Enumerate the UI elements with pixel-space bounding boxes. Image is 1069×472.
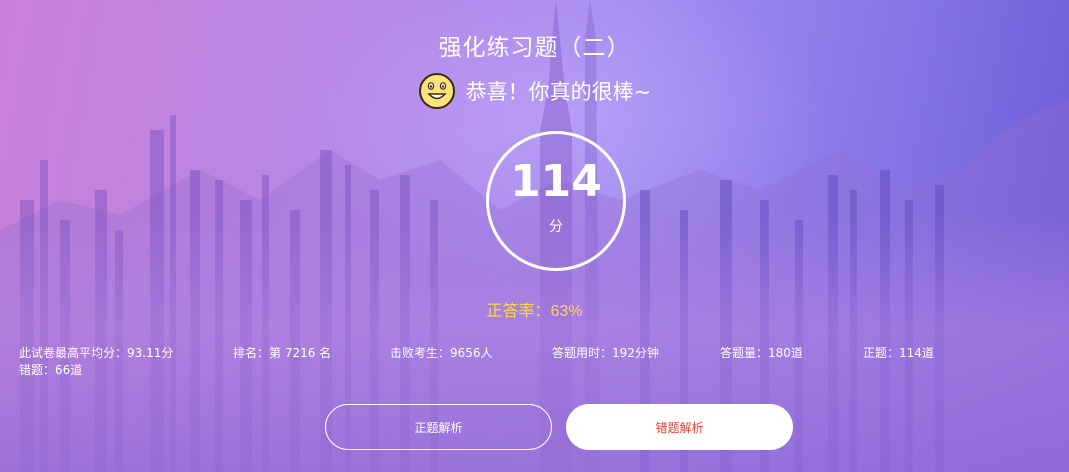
score-circle: 114 分	[486, 131, 626, 271]
stat-time-used: 答题用时：192分钟	[552, 346, 659, 360]
smiling-face-icon	[418, 73, 455, 109]
correct-review-button[interactable]: 正题解析	[325, 404, 552, 450]
score-unit: 分	[549, 219, 563, 235]
accuracy-rate: 正答率：63%	[486, 303, 583, 320]
stat-highest-average: 此试卷最高平均分：93.11分	[19, 346, 174, 360]
congrats-message: 恭喜！你真的很棒~	[465, 80, 652, 104]
wrong-review-button[interactable]: 错题解析	[566, 404, 793, 450]
stat-wrong-count: 错题：66道	[19, 363, 83, 377]
stat-question-count: 答题量：180道	[720, 346, 803, 360]
stat-beaten-examinees: 击败考生：9656人	[390, 346, 493, 360]
result-page: 强化练习题（二） 恭喜！你真的很棒~ 114 分 正答率：63% 此试卷最高平均…	[0, 0, 1069, 472]
congrats-row: 恭喜！你真的很棒~	[0, 72, 1069, 110]
stat-correct-count: 正题：114道	[863, 346, 934, 360]
score-value: 114	[510, 156, 602, 207]
stat-rank: 排名：第 7216 名	[233, 346, 332, 360]
page-title: 强化练习题（二）	[438, 35, 631, 61]
stats-row: 此试卷最高平均分：93.11分 排名：第 7216 名 击败考生：9656人 答…	[19, 344, 1059, 380]
